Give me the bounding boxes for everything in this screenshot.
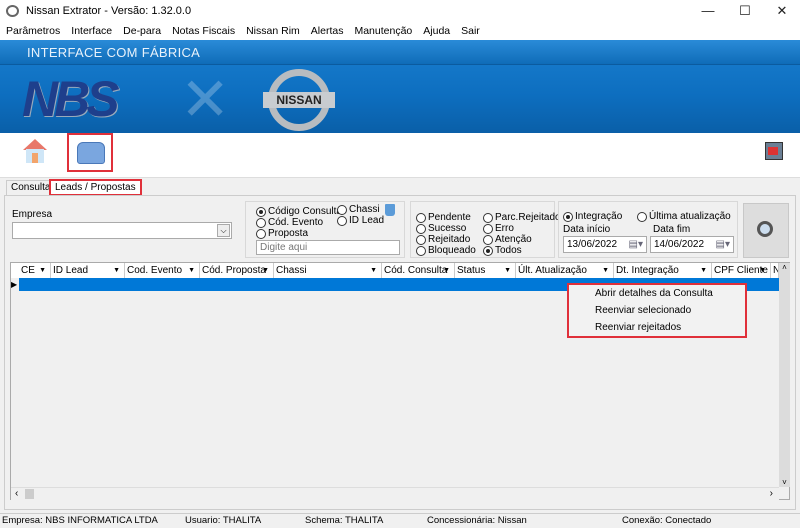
date-group: Integração Última atualização Data iníci… — [558, 201, 738, 258]
menu-sair[interactable]: Sair — [461, 22, 480, 40]
search-input[interactable]: Digite aqui — [256, 240, 400, 255]
menu-bar: Parâmetros Interface De-para Notas Fisca… — [0, 22, 800, 40]
menu-item-abrir-detalhes[interactable]: Abrir detalhes da Consulta — [569, 285, 745, 302]
car-icon — [77, 142, 105, 164]
app-icon — [6, 5, 19, 17]
status-empresa: Empresa: NBS INFORMATICA LTDA — [2, 515, 158, 526]
data-inicio-label: Data início — [563, 224, 611, 235]
menu-ajuda[interactable]: Ajuda — [423, 22, 450, 40]
radio-proposta[interactable]: Proposta — [256, 228, 308, 239]
status-group: Pendente Sucesso Rejeitado Bloqueado Par… — [410, 201, 561, 258]
column-header-cod-consulta[interactable]: Cód. Consulta ▼ — [382, 263, 455, 278]
empresa-select[interactable]: ⌵ — [12, 222, 232, 239]
column-header-n[interactable]: N — [771, 263, 779, 278]
toolbar — [0, 133, 800, 178]
radio-integracao[interactable]: Integração — [563, 211, 622, 222]
column-header-chassi[interactable]: Chassi ▼ — [274, 263, 382, 278]
nissan-logo-text: NISSAN — [263, 92, 335, 108]
radio-sucesso[interactable]: Sucesso — [416, 223, 466, 234]
radio-cod-evento[interactable]: Cód. Evento — [256, 217, 323, 228]
radio-atencao[interactable]: Atenção — [483, 234, 532, 245]
column-header-cod-evento[interactable]: Cod. Evento ▼ — [125, 263, 200, 278]
status-schema: Schema: THALITA — [305, 515, 384, 526]
menu-item-reenviar-rejeitados[interactable]: Reenviar rejeitados — [569, 319, 745, 336]
menu-alertas[interactable]: Alertas — [311, 22, 344, 40]
menu-notas-fiscais[interactable]: Notas Fiscais — [172, 22, 235, 40]
nbs-logo: NBS — [22, 71, 120, 127]
column-header-cpf-cliente[interactable]: CPF Cliente ▼ — [712, 263, 771, 278]
horizontal-scrollbar[interactable]: ‹ › — [11, 487, 779, 500]
radio-todos[interactable]: Todos — [483, 245, 522, 256]
menu-de-para[interactable]: De-para — [123, 22, 161, 40]
chevron-down-icon: ⌵ — [217, 224, 230, 237]
column-header-dt-integracao[interactable]: Dt. Integração ▼ — [614, 263, 712, 278]
radio-rejeitado[interactable]: Rejeitado — [416, 234, 470, 245]
column-header-ult-atualizacao[interactable]: Últ. Atualização ▼ — [516, 263, 614, 278]
context-menu: Abrir detalhes da Consulta Reenviar sele… — [567, 283, 747, 338]
magnifier-icon — [757, 221, 773, 237]
radio-codigo-consulta[interactable]: Código Consulta — [256, 206, 342, 217]
status-usuario: Usuario: THALITA — [185, 515, 262, 526]
search-button[interactable] — [743, 203, 789, 258]
radio-bloqueado[interactable]: Bloqueado — [416, 245, 476, 256]
minimize-button[interactable]: — — [690, 0, 726, 22]
status-conexao: Conexão: Conectado — [622, 515, 712, 526]
banner-heading-bar: INTERFACE COM FÁBRICA — [0, 40, 800, 65]
row-indicator-icon: ▶ — [11, 280, 18, 289]
search-type-group: Código Consulta Cód. Evento Proposta Cha… — [245, 201, 405, 258]
tab-leads-propostas[interactable]: Leads / Propostas — [49, 179, 142, 196]
home-icon[interactable] — [22, 139, 48, 165]
data-fim-picker[interactable]: 14/06/2022 ▤▾ — [650, 236, 734, 253]
maximize-button[interactable]: ☐ — [727, 0, 763, 22]
x-decoration: ✕ — [180, 66, 231, 133]
exit-icon[interactable] — [765, 142, 783, 160]
status-concessionaria: Concessionária: Nissan — [427, 515, 527, 526]
title-bar: Nissan Extrator - Versão: 1.32.0.0 — ☐ ✕ — [0, 0, 800, 22]
column-header-id-lead[interactable]: ID Lead ▼ — [51, 263, 125, 278]
menu-item-reenviar-selecionado[interactable]: Reenviar selecionado — [569, 302, 745, 319]
menu-manutencao[interactable]: Manutenção — [354, 22, 412, 40]
radio-chassi[interactable]: Chassi — [337, 204, 380, 215]
status-bar: Empresa: NBS INFORMATICA LTDA Usuario: T… — [0, 513, 800, 528]
calendar-icon: ▤▾ — [715, 239, 730, 250]
column-header-status[interactable]: Status ▼ — [455, 263, 516, 278]
radio-id-lead[interactable]: ID Lead — [337, 215, 384, 226]
banner-heading: INTERFACE COM FÁBRICA — [27, 45, 201, 60]
radio-pendente[interactable]: Pendente — [416, 212, 471, 223]
car-button[interactable] — [67, 133, 113, 172]
menu-nissan-rim[interactable]: Nissan Rim — [246, 22, 300, 40]
window-title: Nissan Extrator - Versão: 1.32.0.0 — [26, 5, 192, 17]
column-header-cod-proposta[interactable]: Cód. Proposta ▼ — [200, 263, 274, 278]
data-fim-label: Data fim — [653, 224, 691, 235]
menu-interface[interactable]: Interface — [71, 22, 112, 40]
data-inicio-picker[interactable]: 13/06/2022 ▤▾ — [563, 236, 647, 253]
calendar-icon: ▤▾ — [628, 239, 643, 250]
menu-parametros[interactable]: Parâmetros — [6, 22, 60, 40]
radio-erro[interactable]: Erro — [483, 223, 514, 234]
close-button[interactable]: ✕ — [764, 0, 800, 22]
radio-ultima-atualizacao[interactable]: Última atualização — [637, 211, 731, 222]
trash-icon[interactable] — [385, 204, 395, 216]
empresa-label: Empresa — [12, 209, 53, 220]
vertical-scrollbar[interactable]: ˄ ˅ — [779, 263, 790, 487]
column-header-ce[interactable]: CE ▼ — [19, 263, 51, 278]
radio-parc-rejeitado[interactable]: Parc.Rejeitado — [483, 212, 561, 223]
